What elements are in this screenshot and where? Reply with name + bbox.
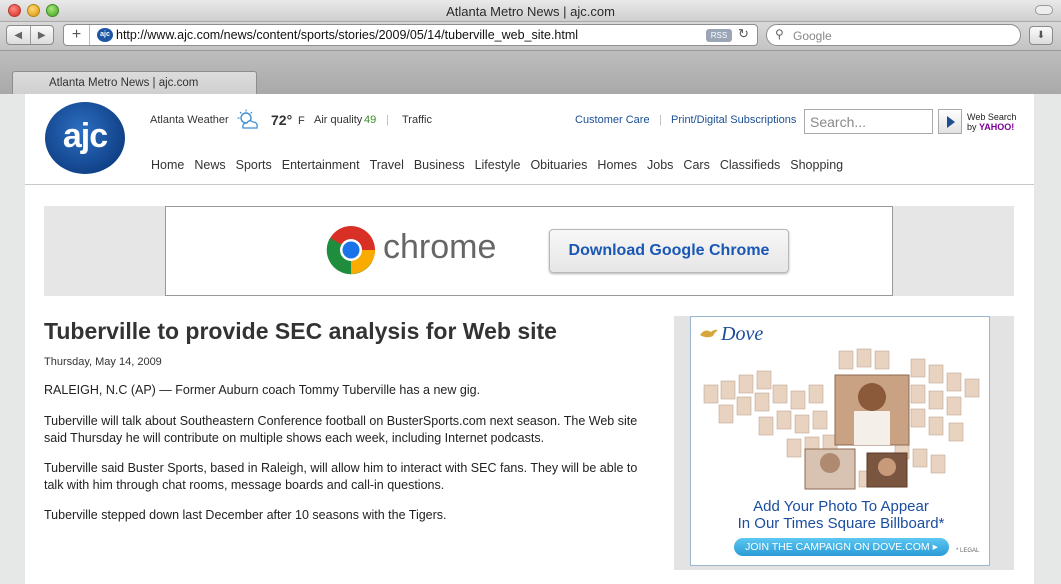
dove-side-ad[interactable]: Dove Add Your Photo To Appear In Our Tim… xyxy=(690,316,990,566)
separator: | xyxy=(659,114,662,126)
nav-shopping[interactable]: Shopping xyxy=(790,158,843,172)
article-paragraph: RALEIGH, N.C (AP) — Former Auburn coach … xyxy=(44,383,481,397)
article-paragraph: Tuberville stepped down last December af… xyxy=(44,508,447,522)
nav-travel[interactable]: Travel xyxy=(370,158,404,172)
rss-button[interactable]: RSS xyxy=(706,29,732,42)
reload-icon[interactable]: ↻ xyxy=(738,26,749,42)
nav-classifieds[interactable]: Classifieds xyxy=(720,158,780,172)
article-headline: Tuberville to provide SEC analysis for W… xyxy=(44,318,557,344)
article-date: Thursday, May 14, 2009 xyxy=(44,356,162,368)
weather-label[interactable]: Atlanta Weather xyxy=(150,114,229,126)
nav-news[interactable]: News xyxy=(194,158,225,172)
nav-homes[interactable]: Homes xyxy=(597,158,637,172)
tab-label: Atlanta Metro News | ajc.com xyxy=(49,77,199,89)
websearch-by: by xyxy=(967,122,977,132)
search-icon: ⚲ xyxy=(775,27,784,41)
site-search-input[interactable]: Search... xyxy=(804,109,933,134)
ajc-logo[interactable]: ajc xyxy=(45,102,125,174)
window-titlebar: Atlanta Metro News | ajc.com xyxy=(0,0,1061,22)
chrome-logo-icon xyxy=(326,226,375,275)
page-content: ajc Atlanta Weather 72° F Air quality 49… xyxy=(25,94,1034,584)
dove-headline-1: Add Your Photo To Appear xyxy=(753,498,929,515)
tab-bar: Atlanta Metro News | ajc.com xyxy=(0,50,1061,95)
browser-search-placeholder: Google xyxy=(793,29,832,43)
download-chrome-button[interactable]: Download Google Chrome xyxy=(549,229,789,273)
forward-button[interactable]: ▶ xyxy=(29,26,54,44)
window-title: Atlanta Metro News | ajc.com xyxy=(446,4,615,19)
downloads-button[interactable]: ⬇ xyxy=(1029,26,1053,45)
browser-search-field[interactable]: ⚲ Google xyxy=(766,24,1021,46)
history-nav: ◀ ▶ xyxy=(6,25,54,45)
temperature-unit: F xyxy=(298,115,305,127)
site-favicon-icon: ajc xyxy=(97,28,113,42)
separator: | xyxy=(386,114,389,126)
join-campaign-button[interactable]: JOIN THE CAMPAIGN ON DOVE.COM ▸ xyxy=(734,538,949,556)
partly-cloudy-icon xyxy=(237,109,258,129)
add-bookmark-button[interactable]: + xyxy=(64,25,90,45)
nav-sports[interactable]: Sports xyxy=(236,158,272,172)
photo-collage-image xyxy=(703,348,980,490)
websearch-line2: by YAHOO! xyxy=(967,122,1016,132)
legal-link[interactable]: * LEGAL xyxy=(956,548,979,554)
chrome-banner-ad[interactable]: chrome Download Google Chrome xyxy=(165,206,893,296)
dove-bird-icon xyxy=(700,329,718,338)
site-search-submit-button[interactable] xyxy=(938,109,962,134)
air-quality-value: 49 xyxy=(364,114,377,126)
back-button[interactable]: ◀ xyxy=(7,26,30,44)
article-paragraph: Tuberville said Buster Sports, based in … xyxy=(44,461,638,492)
main-nav: Home News Sports Entertainment Travel Bu… xyxy=(151,158,853,172)
nav-obituaries[interactable]: Obituaries xyxy=(530,158,587,172)
subscriptions-link[interactable]: Print/Digital Subscriptions xyxy=(671,114,796,126)
dove-logo: Dove xyxy=(721,323,764,345)
tab-active[interactable]: Atlanta Metro News | ajc.com xyxy=(12,71,257,95)
address-bar[interactable]: + ajc http://www.ajc.com/news/content/sp… xyxy=(63,24,758,46)
browser-toolbar: ◀ ▶ + ajc http://www.ajc.com/news/conten… xyxy=(0,22,1061,50)
url-text[interactable]: http://www.ajc.com/news/content/sports/s… xyxy=(116,28,578,42)
temperature: 72° xyxy=(271,112,293,128)
yahoo-web-search-logo: Web Search by YAHOO! xyxy=(967,112,1016,132)
web-page: ajc Atlanta Weather 72° F Air quality 49… xyxy=(0,94,1061,584)
traffic-link[interactable]: Traffic xyxy=(402,114,432,126)
toolbar-toggle-button[interactable] xyxy=(1035,5,1053,15)
chrome-wordmark: chrome xyxy=(383,228,497,266)
header-divider xyxy=(25,184,1034,185)
customer-care-link[interactable]: Customer Care xyxy=(575,114,650,126)
dove-headline-2: In Our Times Square Billboard* xyxy=(737,515,945,532)
nav-entertainment[interactable]: Entertainment xyxy=(282,158,360,172)
nav-home[interactable]: Home xyxy=(151,158,184,172)
nav-business[interactable]: Business xyxy=(414,158,465,172)
nav-jobs[interactable]: Jobs xyxy=(647,158,673,172)
air-quality-label: Air quality xyxy=(314,114,363,126)
nav-cars[interactable]: Cars xyxy=(683,158,709,172)
yahoo-brand: YAHOO! xyxy=(979,122,1015,132)
websearch-line1: Web Search xyxy=(967,112,1017,122)
article-paragraph: Tuberville will talk about Southeastern … xyxy=(44,414,638,445)
nav-lifestyle[interactable]: Lifestyle xyxy=(475,158,521,172)
